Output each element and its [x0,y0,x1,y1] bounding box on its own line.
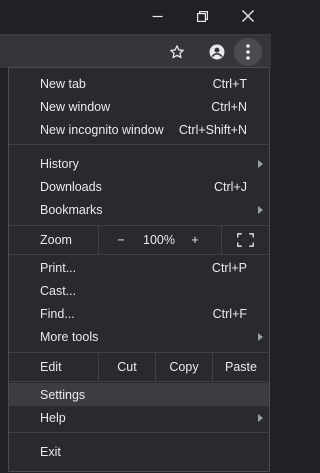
menu-separator [9,144,269,145]
close-icon [241,10,254,22]
zoom-in-button[interactable]: + [175,226,215,254]
menu-item-shortcut: Ctrl+N [211,99,247,114]
menu-item-new-tab[interactable]: New tab Ctrl+T [9,72,269,95]
paste-button[interactable]: Paste [213,353,269,381]
menu-item-label: Settings [40,387,86,402]
restore-icon [197,10,208,22]
menu-item-history[interactable]: History [9,152,269,175]
submenu-arrow-icon [258,332,263,341]
bookmark-star-button[interactable] [163,38,191,66]
menu-item-label: Help [40,410,66,425]
title-bar [0,0,271,34]
close-button[interactable] [225,0,270,32]
menu-item-label: Downloads [40,179,102,194]
menu-item-more-tools[interactable]: More tools [9,325,269,348]
star-icon [170,45,184,59]
menu-item-label: Cast... [40,283,77,298]
menu-item-shortcut: Ctrl+J [214,179,247,194]
menu-item-exit[interactable]: Exit [9,440,269,463]
menu-item-label: New incognito window [40,122,164,137]
menu-item-label: Exit [40,444,61,459]
menu-item-label: History [40,156,79,171]
zoom-out-button[interactable]: − [99,226,143,254]
profile-button[interactable] [203,38,231,66]
menu-item-find[interactable]: Find... Ctrl+F [9,302,269,325]
submenu-arrow-icon [258,205,263,214]
browser-toolbar [0,34,271,68]
copy-button[interactable]: Copy [156,353,212,381]
menu-item-label: Bookmarks [40,202,103,217]
menu-item-shortcut: Ctrl+F [212,306,247,321]
menu-item-downloads[interactable]: Downloads Ctrl+J [9,175,269,198]
profile-icon [209,44,225,60]
menu-separator [9,432,269,433]
restore-button[interactable] [180,0,225,32]
fullscreen-icon [237,233,254,247]
menu-item-shortcut: Ctrl+T [212,76,247,91]
app-menu: New tab Ctrl+T New window Ctrl+N New inc… [8,67,270,472]
menu-item-help[interactable]: Help [9,406,269,429]
menu-item-bookmarks[interactable]: Bookmarks [9,198,269,221]
minimize-icon [152,15,163,17]
menu-item-print[interactable]: Print... Ctrl+P [9,256,269,279]
minimize-button[interactable] [135,0,180,32]
menu-item-label: Find... [40,306,75,321]
menu-item-label: New window [40,99,111,114]
fullscreen-button[interactable] [222,226,269,254]
edit-label: Edit [40,360,62,374]
menu-item-settings[interactable]: Settings [9,383,269,406]
menu-item-cast[interactable]: Cast... [9,279,269,302]
more-vertical-icon [246,44,250,60]
cut-button[interactable]: Cut [99,353,155,381]
menu-separator [9,254,269,255]
menu-item-label: Print... [40,260,77,275]
zoom-level: 100% [143,233,175,247]
edit-row: Edit Cut Copy Paste [9,353,269,381]
menu-item-new-window[interactable]: New window Ctrl+N [9,95,269,118]
zoom-row: Zoom − 100% + [9,226,269,254]
menu-button[interactable] [234,38,262,66]
submenu-arrow-icon [258,413,263,422]
menu-item-label: New tab [40,76,86,91]
menu-item-label: More tools [40,329,99,344]
menu-item-shortcut: Ctrl+Shift+N [178,122,247,137]
submenu-arrow-icon [258,159,263,168]
zoom-label: Zoom [40,233,72,247]
menu-item-shortcut: Ctrl+P [211,260,247,275]
menu-item-new-incognito-window[interactable]: New incognito window Ctrl+Shift+N [9,118,269,141]
menu-separator [9,381,269,382]
